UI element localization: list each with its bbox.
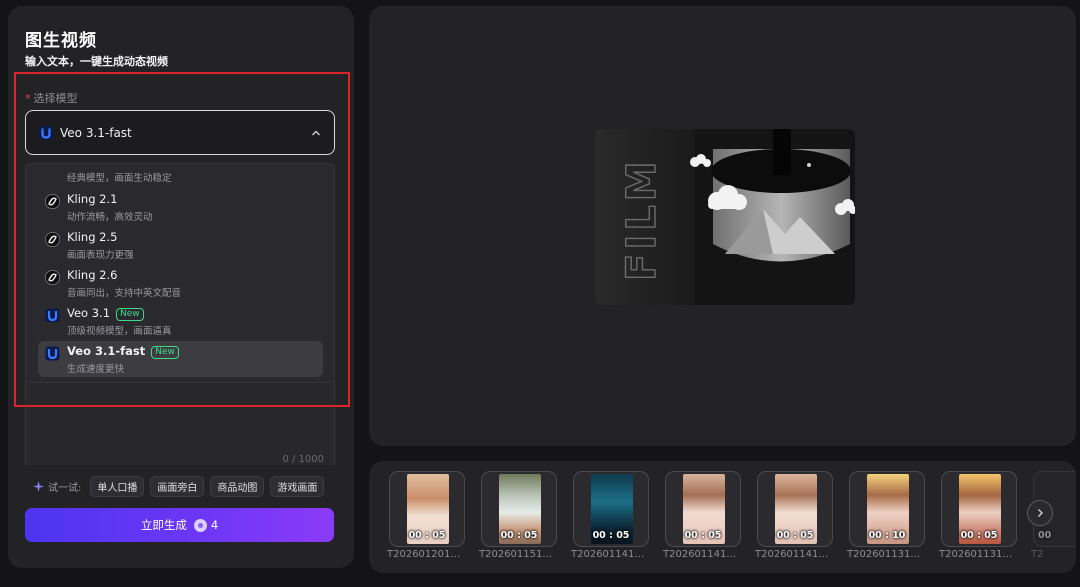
thumbnail-filename: T202601131… [847, 549, 921, 560]
dropdown-item-kling-2-5[interactable]: Kling 2.5 画面表现力更强 [38, 227, 323, 263]
sparkle-icon [33, 481, 44, 492]
veo-icon [45, 308, 60, 323]
generate-label: 立即生成 [140, 518, 187, 532]
thumbnail-frame: 00 : 05 [941, 471, 1017, 547]
selected-model-text: Veo 3.1-fast [60, 125, 132, 140]
new-badge: New [116, 308, 144, 321]
kling-icon [45, 232, 60, 247]
page-title: 图生视频 [25, 31, 97, 51]
history-thumbnail[interactable]: 00 : 05 T202601201… [387, 471, 465, 560]
thumbnail-duration: 00 : 05 [776, 530, 814, 541]
dropdown-item-kling-2-1[interactable]: Kling 2.1 动作流畅，高效灵动 [38, 189, 323, 225]
thumbnail-frame: 00 : 05 [389, 471, 465, 547]
model-label-text: 选择模型 [33, 92, 78, 105]
history-thumbnail[interactable]: 00 : 05 T202601131… [939, 471, 1017, 560]
thumbnail-filename: T202601141… [755, 549, 829, 560]
dropdown-item-desc: 动作流畅，高效灵动 [67, 212, 153, 223]
history-thumbnail[interactable]: 00 : 05 T202601151… [479, 471, 557, 560]
required-mark: * [25, 92, 31, 105]
generate-cost: 4 [210, 518, 219, 532]
history-thumbnail[interactable]: 00 : 05 T202601141… [571, 471, 649, 560]
thumbnail-frame: 00 : 05 [665, 471, 741, 547]
dropdown-item-name: Veo 3.1-fast [67, 344, 146, 358]
thumbnail-filename: T202601131… [939, 549, 1013, 560]
thumbnail-duration: 00 [1038, 530, 1052, 541]
thumbnail-frame: 00 : 05 [481, 471, 557, 547]
thumbnail-duration: 00 : 10 [868, 530, 906, 541]
suggestion-chip[interactable]: 画面旁白 [150, 476, 205, 497]
generate-button[interactable]: 立即生成 4 [25, 508, 334, 542]
model-field-label: * 选择模型 [25, 90, 78, 106]
left-panel: 图生视频 输入文本，一键生成动态视频 * 选择模型 Veo 3.1-fast 经典… [8, 6, 354, 568]
thumbnail-frame: 00 : 10 [849, 471, 925, 547]
thumbnail-duration: 00 : 05 [960, 530, 998, 541]
chevron-right-icon [1038, 509, 1043, 517]
dropdown-item-desc: 生成速度更快 [67, 364, 125, 375]
suggestion-chip[interactable]: 商品动图 [210, 476, 265, 497]
thumbnail-duration: 00 : 05 [592, 530, 630, 541]
thumbnail-duration: 00 : 05 [500, 530, 538, 541]
history-thumbnail[interactable]: 00 : 10 T202601131… [847, 471, 925, 560]
dropdown-item-desc: 音画同出，支持中英文配音 [67, 288, 182, 299]
dropdown-item-name: Kling 2.5 [67, 230, 118, 244]
dropdown-item-desc: 画面表现力更强 [67, 250, 134, 261]
credit-coin-icon [193, 518, 207, 532]
suggestion-chip[interactable]: 游戏画面 [270, 476, 325, 497]
char-count: 0 / 1000 [282, 454, 324, 465]
dropdown-item-name: Kling 2.1 [67, 192, 118, 206]
model-dropdown: 经典模型，画面生动稳定 Kling 2.1 动作流畅，高效灵动 Kling 2.… [25, 163, 335, 383]
prompt-textarea[interactable]: 0 / 1000 [25, 383, 335, 465]
veo-icon [45, 346, 60, 361]
suggestion-chip[interactable]: 单人口播 [90, 476, 145, 497]
thumbnail-duration: 00 : 05 [684, 530, 722, 541]
veo-icon [39, 125, 53, 140]
thumbnail-frame: 00 : 05 [573, 471, 649, 547]
preview-image: FILM [595, 129, 855, 305]
thumbnail-duration: 00 : 05 [408, 530, 446, 541]
chevron-up-icon[interactable] [310, 127, 322, 139]
history-thumbnail[interactable]: 00 : 05 T202601141… [755, 471, 833, 560]
dropdown-item-desc: 顶级视频模型，画面逼真 [67, 326, 172, 337]
dropdown-partial-item-desc: 经典模型，画面生动稳定 [67, 173, 172, 184]
dropdown-item-kling-2-6[interactable]: Kling 2.6 音画同出，支持中英文配音 [38, 265, 323, 301]
dropdown-item-veo-3-1[interactable]: Veo 3.1 New 顶级视频模型，画面逼真 [38, 303, 323, 339]
dropdown-item-veo-3-1-fast[interactable]: Veo 3.1-fast New 生成速度更快 [38, 341, 323, 377]
dropdown-item-name: Veo 3.1 [67, 306, 111, 320]
dropdown-item-name: Kling 2.6 [67, 268, 118, 282]
history-thumbnail[interactable]: 00 : 05 T202601141… [663, 471, 741, 560]
thumbnail-frame: 00 : 05 [757, 471, 833, 547]
film-text: FILM [619, 158, 665, 282]
dropdown-item-name-row: Veo 3.1-fast New [67, 344, 179, 359]
preview-panel: FILM [369, 6, 1076, 446]
kling-icon [45, 194, 60, 209]
kling-icon [45, 270, 60, 285]
thumbnail-filename: T2 [1031, 549, 1044, 560]
film-illustration: FILM [595, 129, 855, 305]
thumbnail-filename: T202601201… [387, 549, 461, 560]
suggestion-label: 试一试: [48, 483, 82, 494]
suggestion-row: 试一试: 单人口播 画面旁白 商品动图 游戏画面 [33, 476, 330, 497]
page-subtitle: 输入文本，一键生成动态视频 [25, 55, 168, 68]
thumbnail-filename: T202601141… [571, 549, 645, 560]
dropdown-item-name-row: Veo 3.1 New [67, 306, 144, 321]
model-select[interactable]: Veo 3.1-fast [25, 110, 335, 155]
thumbnail-filename: T202601141… [663, 549, 737, 560]
scroll-next-button[interactable] [1027, 500, 1053, 526]
new-badge: New [151, 346, 179, 359]
history-panel: 00 : 05 T202601201… 00 : 05 T202601151… … [369, 461, 1076, 573]
thumbnail-filename: T202601151… [479, 549, 553, 560]
